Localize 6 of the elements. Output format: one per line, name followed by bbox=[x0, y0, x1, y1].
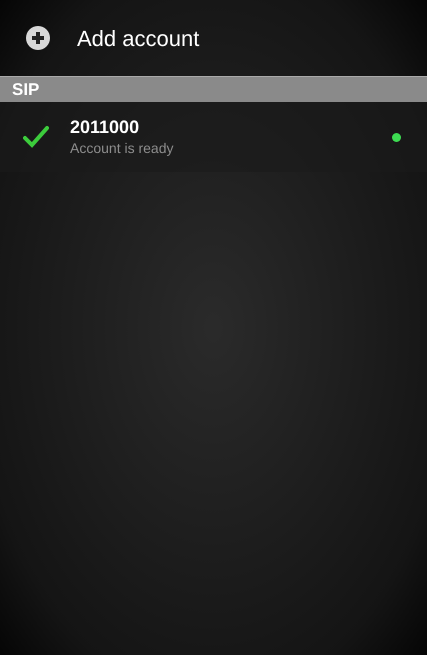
section-header: SIP bbox=[0, 76, 427, 102]
account-status: Account is ready bbox=[70, 139, 174, 158]
account-row[interactable]: 2011000 Account is ready bbox=[0, 102, 427, 172]
account-name: 2011000 bbox=[70, 116, 140, 138]
add-icon bbox=[26, 26, 50, 50]
add-account-button[interactable]: Add account bbox=[0, 0, 427, 76]
